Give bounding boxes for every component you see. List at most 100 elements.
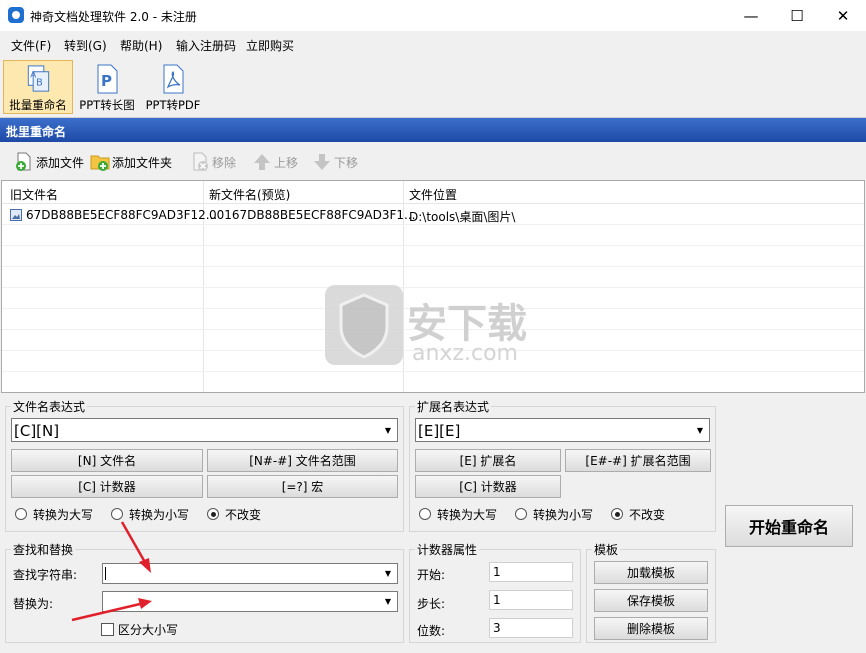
close-button[interactable]: ✕ (820, 0, 866, 31)
add-file-icon (16, 152, 31, 171)
counter-start-field[interactable]: 1 (489, 562, 573, 582)
tool-label: 批量重命名 (9, 98, 67, 112)
counter-digits-field[interactable]: 3 (489, 618, 573, 638)
radio-dot (207, 508, 219, 520)
svg-text:A: A (30, 71, 36, 81)
remove-button[interactable]: 移除 (190, 151, 236, 173)
filename-nochange-radio[interactable]: 不改变 (207, 506, 261, 522)
header-divider (2, 203, 864, 204)
add-file-button[interactable]: 添加文件 (14, 151, 84, 173)
insert-extension-button[interactable]: [E] 扩展名 (415, 449, 561, 472)
radio-label: 转换为小写 (533, 507, 594, 522)
maximize-button[interactable]: ☐ (774, 0, 820, 31)
list-toolbar: 添加文件 添加文件夹 移除 上移 下移 (0, 143, 866, 179)
filename-expression-combo[interactable]: [C][N] ▼ (11, 418, 398, 442)
radio-dot (611, 508, 623, 520)
insert-filename-button[interactable]: [N] 文件名 (11, 449, 203, 472)
menu-bar: 文件(F) 转到(G) 帮助(H) 输入注册码 立即购买 (0, 31, 866, 56)
extension-expression-value: [E][E] (418, 422, 461, 440)
filename-expression-label: 文件名表达式 (11, 398, 88, 415)
add-folder-label: 添加文件夹 (112, 155, 173, 170)
load-template-button[interactable]: 加载模板 (594, 561, 708, 584)
file-list[interactable]: 旧文件名 新文件名(预览) 文件位置 67DB88BE5ECF88FC9AD3F… (1, 180, 865, 393)
chevron-down-icon[interactable]: ▼ (381, 592, 395, 611)
cell-old-name: 67DB88BE5ECF88FC9AD3F12... (26, 208, 218, 222)
insert-counter-button[interactable]: [C] 计数器 (11, 475, 203, 498)
window-title: 神奇文档处理软件 2.0 - 未注册 (30, 10, 197, 24)
menu-register[interactable]: 输入注册码 (176, 37, 236, 54)
cell-location: D:\tools\桌面\图片\ (409, 210, 516, 224)
insert-filename-range-button[interactable]: [N#-#] 文件名范围 (207, 449, 398, 472)
add-folder-icon (90, 155, 110, 171)
row-divider (2, 245, 864, 246)
app-icon (8, 7, 24, 23)
counter-properties-label: 计数器属性 (415, 541, 480, 558)
move-down-button[interactable]: 下移 (312, 151, 358, 173)
image-file-icon (10, 209, 22, 221)
remove-icon (193, 152, 208, 171)
tool-label: PPT转PDF (145, 98, 201, 112)
counter-start-label: 开始: (417, 568, 446, 582)
menu-goto[interactable]: 转到(G) (64, 37, 107, 54)
insert-macro-button[interactable]: [=?] 宏 (207, 475, 398, 498)
move-up-button[interactable]: 上移 (252, 151, 298, 173)
batch-rename-icon: B A (27, 65, 50, 92)
remove-label: 移除 (212, 155, 237, 170)
radio-dot (15, 508, 27, 520)
extension-uppercase-radio[interactable]: 转换为大写 (419, 506, 497, 522)
pdf-icon (163, 64, 184, 94)
delete-template-button[interactable]: 删除模板 (594, 617, 708, 640)
column-header-location[interactable]: 文件位置 (409, 186, 457, 203)
red-arrow-annotation-icon (71, 521, 152, 622)
arrow-up-icon (254, 154, 270, 170)
chevron-down-icon[interactable]: ▼ (381, 419, 395, 441)
cell-new-name: 00167DB88BE5ECF88FC9AD3F1... (209, 208, 416, 222)
start-rename-button[interactable]: 开始重命名 (725, 505, 853, 547)
arrow-down-icon (314, 154, 330, 170)
row-divider (2, 287, 864, 288)
menu-help[interactable]: 帮助(H) (120, 37, 162, 54)
row-divider (2, 371, 864, 372)
template-label: 模板 (592, 541, 621, 558)
counter-step-field[interactable]: 1 (489, 590, 573, 610)
tool-ppt-to-pdf[interactable]: PPT转PDF (141, 60, 205, 114)
add-file-label: 添加文件 (36, 155, 85, 170)
chevron-down-icon[interactable]: ▼ (381, 564, 395, 583)
counter-digits-label: 位数: (417, 624, 446, 638)
title-bar: 神奇文档处理软件 2.0 - 未注册 — ☐ ✕ (0, 0, 866, 31)
extension-expression-combo[interactable]: [E][E] ▼ (415, 418, 710, 442)
counter-step-label: 步长: (417, 597, 446, 611)
insert-ext-counter-button[interactable]: [C] 计数器 (415, 475, 561, 498)
tool-ppt-to-image[interactable]: P PPT转长图 (76, 60, 138, 114)
replace-with-label: 替换为: (13, 597, 54, 611)
table-row[interactable]: 67DB88BE5ECF88FC9AD3F12... 00167DB88BE5E… (2, 205, 864, 225)
insert-extension-range-button[interactable]: [E#-#] 扩展名范围 (565, 449, 711, 472)
column-header-new-name[interactable]: 新文件名(预览) (209, 186, 290, 203)
radio-dot (419, 508, 431, 520)
move-down-label: 下移 (334, 155, 359, 170)
menu-buy[interactable]: 立即购买 (246, 37, 294, 54)
save-template-button[interactable]: 保存模板 (594, 589, 708, 612)
main-toolbar: B A 批量重命名 P PPT转长图 PPT转PDF (0, 56, 866, 118)
extension-lowercase-radio[interactable]: 转换为小写 (515, 506, 593, 522)
ppt-icon: P (97, 64, 118, 94)
radio-label: 转换为大写 (437, 507, 498, 522)
row-divider (2, 266, 864, 267)
tool-batch-rename[interactable]: B A 批量重命名 (3, 60, 73, 114)
move-up-label: 上移 (274, 155, 299, 170)
section-header: 批里重命名 (0, 118, 866, 142)
chevron-down-icon[interactable]: ▼ (693, 419, 707, 441)
extension-nochange-radio[interactable]: 不改变 (611, 506, 665, 522)
watermark-subtext: anxz.com (412, 341, 518, 366)
svg-text:P: P (101, 72, 112, 90)
watermark-logo (325, 285, 403, 365)
radio-dot (515, 508, 527, 520)
minimize-button[interactable]: — (728, 0, 774, 31)
svg-text:B: B (36, 77, 43, 88)
radio-label: 不改变 (629, 507, 666, 522)
menu-file[interactable]: 文件(F) (11, 37, 51, 54)
column-header-old-name[interactable]: 旧文件名 (10, 186, 58, 203)
radio-label: 不改变 (225, 507, 262, 522)
tool-label: PPT转长图 (79, 98, 135, 112)
add-folder-button[interactable]: 添加文件夹 (90, 151, 172, 173)
